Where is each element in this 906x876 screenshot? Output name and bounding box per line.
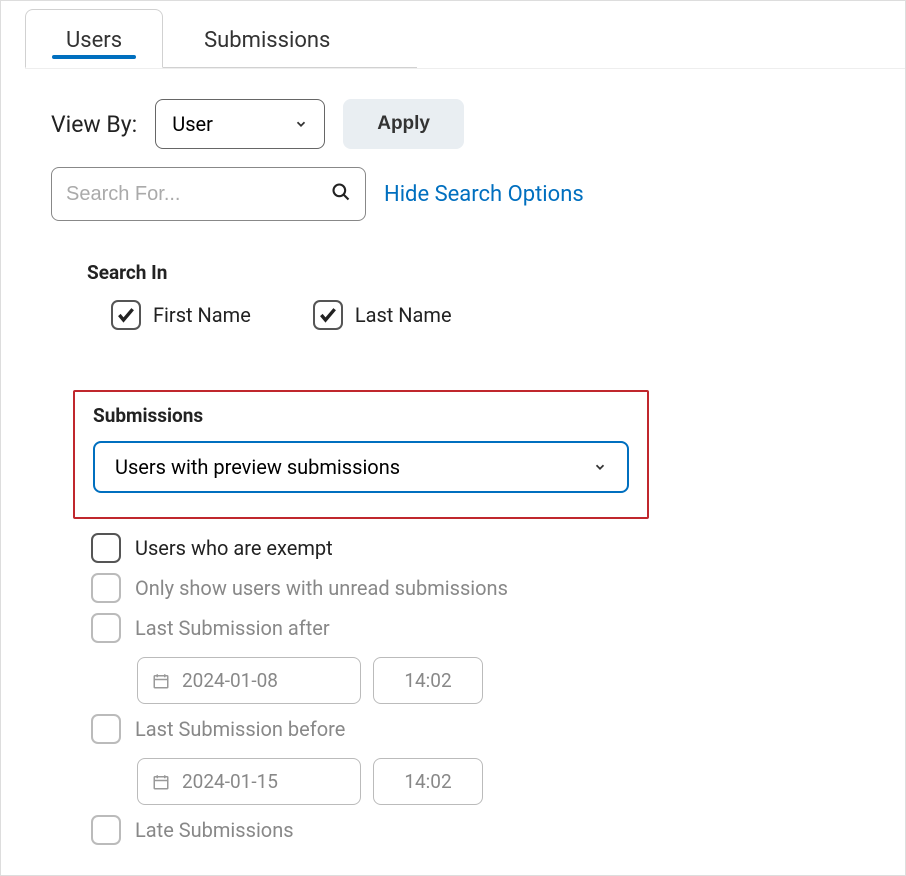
last-name-checkbox[interactable] [313, 300, 343, 330]
before-checkbox[interactable] [91, 714, 121, 744]
after-checkbox[interactable] [91, 613, 121, 643]
before-date-value: 2024-01-15 [182, 770, 278, 793]
calendar-icon [152, 773, 170, 791]
viewby-select[interactable]: User [155, 99, 325, 149]
tab-submissions-label: Submissions [204, 28, 330, 53]
chevron-down-icon [294, 117, 308, 131]
after-label: Last Submission after [135, 616, 330, 640]
submissions-label: Submissions [93, 404, 629, 427]
late-checkbox[interactable] [91, 815, 121, 845]
submissions-highlight: Submissions Users with preview submissio… [73, 390, 649, 519]
before-label: Last Submission before [135, 717, 345, 741]
before-time-input: 14:02 [373, 758, 483, 805]
first-name-label: First Name [153, 303, 251, 327]
calendar-icon [152, 672, 170, 690]
search-icon[interactable] [331, 182, 351, 206]
late-label: Late Submissions [135, 818, 294, 842]
search-in-label: Search In [87, 261, 855, 284]
viewby-label: View By: [51, 111, 137, 138]
unread-label: Only show users with unread submissions [135, 576, 508, 600]
apply-button[interactable]: Apply [343, 99, 464, 149]
after-time-value: 14:02 [404, 669, 451, 692]
last-name-label: Last Name [355, 303, 452, 327]
submissions-select[interactable]: Users with preview submissions [93, 441, 629, 493]
after-date-input: 2024-01-08 [137, 657, 361, 704]
after-date-value: 2024-01-08 [182, 669, 278, 692]
tab-submissions[interactable]: Submissions [163, 9, 371, 68]
tabs: Users Submissions [1, 1, 905, 68]
search-box[interactable] [51, 167, 366, 221]
search-input[interactable] [66, 183, 331, 206]
chevron-down-icon [593, 460, 607, 474]
exempt-label: Users who are exempt [135, 536, 333, 560]
submissions-selected: Users with preview submissions [115, 455, 400, 479]
hide-search-options-link[interactable]: Hide Search Options [384, 182, 584, 207]
unread-checkbox[interactable] [91, 573, 121, 603]
first-name-checkbox[interactable] [111, 300, 141, 330]
apply-label: Apply [377, 113, 430, 134]
tab-users-label: Users [66, 28, 122, 53]
before-time-value: 14:02 [404, 770, 451, 793]
exempt-checkbox[interactable] [91, 533, 121, 563]
before-date-input: 2024-01-15 [137, 758, 361, 805]
viewby-selected: User [172, 112, 213, 136]
after-time-input: 14:02 [373, 657, 483, 704]
tab-users[interactable]: Users [25, 9, 163, 68]
